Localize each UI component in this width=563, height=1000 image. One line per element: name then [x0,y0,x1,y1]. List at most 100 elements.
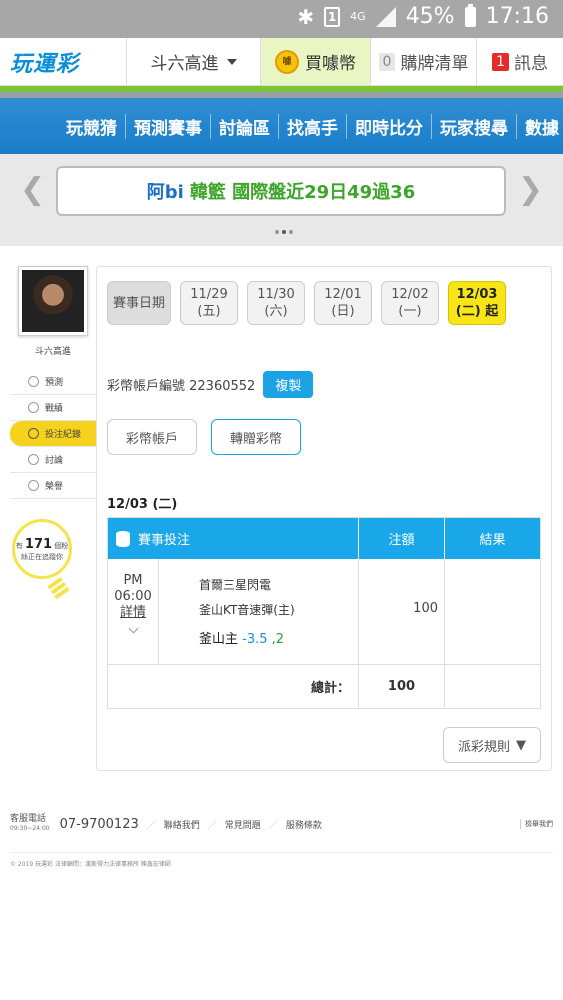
follower-count: 171 [24,536,53,552]
table-row: PM 06:00 詳情 首爾三星閃電 釜山KT音速彈(主) 釜山主 -3.5 ,… [108,559,540,665]
date-tab[interactable]: 12/01 (日) [314,281,372,325]
table-footer: 總計： 100 [108,665,540,708]
bet-pick: 釜山主 -3.5 ,2 [199,627,358,652]
date-day: 11/29 [190,287,228,302]
chevron-down-icon[interactable] [128,623,138,634]
date-day: 12/02 [391,287,429,302]
signal-icon [375,6,396,27]
gift-coin-button[interactable]: 轉贈彩幣 [211,419,302,455]
detail-link[interactable]: 詳情 [120,605,146,621]
date-selector: 賽事日期 11/29 (五) 11/30 (六) 12/01 (日) 12/02 (一)… [107,281,506,325]
account-row: 彩幣帳戶編號 22360552 複製 [107,371,314,398]
away-team: 首爾三星閃電 [199,578,272,592]
followers-bulb[interactable]: 有 171 個粉 絲正在追蹤你 [12,519,72,601]
sidebar-item-label: 討論 [45,456,64,466]
sidebar-item-bet-history[interactable]: 投注紀錄 [10,421,96,447]
col-event: 賽事投注 [138,533,191,548]
main-menu: 玩競猜 預測賽事 討論區 找高手 即時比分 玩家搜尋 數據 [0,98,563,154]
col-amount: 注額 [388,533,415,548]
sim-icon: 1 [324,6,341,27]
date-day: 12/03 [456,287,498,302]
menu-item-player-search[interactable]: 玩家搜尋 [432,113,517,139]
carousel-dots [275,230,293,234]
buy-coin-button[interactable]: 噱買噱幣 [260,38,370,85]
service-label: 客服電話 09:30~24:00 [10,814,50,832]
account-number: 彩幣帳戶編號 22360552 [107,379,256,394]
copy-button[interactable]: 複製 [263,371,314,398]
game-time: 06:00 [114,589,152,604]
total-label: 總計： [108,665,359,708]
sidebar-item-honor[interactable]: 榮譽 [10,473,96,499]
user-dropdown[interactable]: 斗六高進 [126,38,260,85]
bet-result [445,559,540,664]
sidebar-item-record[interactable]: 戰績 [10,395,96,421]
clock: 17:16 [485,4,549,29]
footer-link-contact[interactable]: 聯絡我們 [164,818,200,831]
menu-item-predict[interactable]: 預測賽事 [126,113,211,139]
avatar[interactable] [18,266,88,336]
sidebar-username: 斗六高進 [34,347,71,357]
messages-label: 訊息 [513,54,548,74]
cart-label: 購牌清單 [400,54,469,74]
payout-rules-button[interactable]: 派彩規則 ▼ [442,727,541,763]
buy-coin-label: 買噱幣 [305,54,356,74]
date-weekday: (六) [264,304,288,319]
wallet-button[interactable]: 彩幣帳戶 [107,419,198,455]
triangle-down-icon: ▼ [516,737,526,753]
sidebar-item-label: 預測 [45,378,64,388]
site-logo[interactable]: 玩運彩 [0,38,126,85]
pick-odds: ,2 [271,632,285,647]
menu-item-guess[interactable]: 玩競猜 [58,113,126,139]
footer: 客服電話 09:30~24:00 07-9700123 ／聯絡我們 ／常見問題 ／… [10,814,553,868]
messages-button[interactable]: 1 訊息 [476,38,563,85]
menu-item-livescore[interactable]: 即時比分 [347,113,432,139]
menu-item-data[interactable]: 數據 [517,114,563,139]
total-amount: 100 [359,665,445,708]
footer-link-terms[interactable]: 服務條款 [286,818,322,831]
banner-name: 阿bi [146,182,184,203]
date-weekday: (二) 起 [455,304,499,319]
bet-table: 賽事投注 注額 結果 PM 06:00 詳情 首爾三星閃電 釜山KT音速彈(主)… [107,517,541,709]
main-area: 斗六高進 預測 戰績 投注紀錄 討論 榮譽 有 171 個粉 絲正在追蹤你 賽事… [0,246,563,806]
date-label: 賽事日期 [107,281,171,325]
pick-line: -3.5 [242,632,268,647]
top-nav: 玩運彩 斗六高進 噱買噱幣 0 購牌清單 1 訊息 [0,38,563,86]
date-weekday: (日) [331,304,355,319]
sidebar-item-predict[interactable]: 預測 [10,369,96,395]
banner-item[interactable]: 阿bi 韓籃 國際盤近29日49過36 [56,166,506,216]
bluetooth-icon: ✱ [297,4,315,29]
wallet-buttons: 彩幣帳戶 轉贈彩幣 [107,419,302,455]
user-name: 斗六高進 [150,54,219,74]
table-header: 賽事投注 注額 結果 [108,518,540,559]
sidebar-nav: 預測 戰績 投注紀錄 討論 榮譽 [10,369,96,499]
footer-link-faq[interactable]: 常見問題 [225,818,261,831]
bet-history-panel: 賽事日期 11/29 (五) 11/30 (六) 12/01 (日) 12/02 (一)… [96,266,552,771]
date-tab[interactable]: 11/29 (五) [180,281,238,325]
date-tab[interactable]: 11/30 (六) [247,281,305,325]
menu-item-forum[interactable]: 討論區 [211,113,279,139]
chevron-right-icon[interactable]: ❯ [518,172,543,207]
footer-link-report[interactable]: 檢舉我們 [520,819,553,829]
sidebar: 斗六高進 預測 戰績 投注紀錄 討論 榮譽 有 171 個粉 絲正在追蹤你 [10,266,96,601]
bet-amount: 100 [359,559,445,664]
menu-item-experts[interactable]: 找高手 [279,113,347,139]
date-tab[interactable]: 12/02 (一) [381,281,439,325]
col-result: 結果 [479,533,506,548]
network-type: 4G [350,9,366,23]
bulb-suffix: 絲正在追蹤你 [21,552,63,561]
banner-text: 韓籃 國際盤近29日49過36 [189,182,416,203]
cart-count-badge: 0 [378,52,396,71]
day-title: 12/03 (二) [107,497,178,512]
battery-percent: 45% [405,4,455,29]
banner-carousel: ❮ 阿bi 韓籃 國際盤近29日49過36 ❯ [0,154,563,246]
date-tab-selected[interactable]: 12/03 (二) 起 [448,281,506,325]
copyright: © 2019 玩運彩 法律顧問：漢斯得力法律事務所 陳鑫宏律師 [10,852,553,868]
chevron-left-icon[interactable]: ❮ [20,172,45,207]
circle-icon [28,428,39,439]
message-count-badge: 1 [492,52,509,71]
edit-icon [28,454,39,465]
sidebar-item-discuss[interactable]: 討論 [10,447,96,473]
sidebar-item-label: 榮譽 [45,482,64,492]
service-phone[interactable]: 07-9700123 [60,817,139,832]
cart-button[interactable]: 0 購牌清單 [370,38,476,85]
